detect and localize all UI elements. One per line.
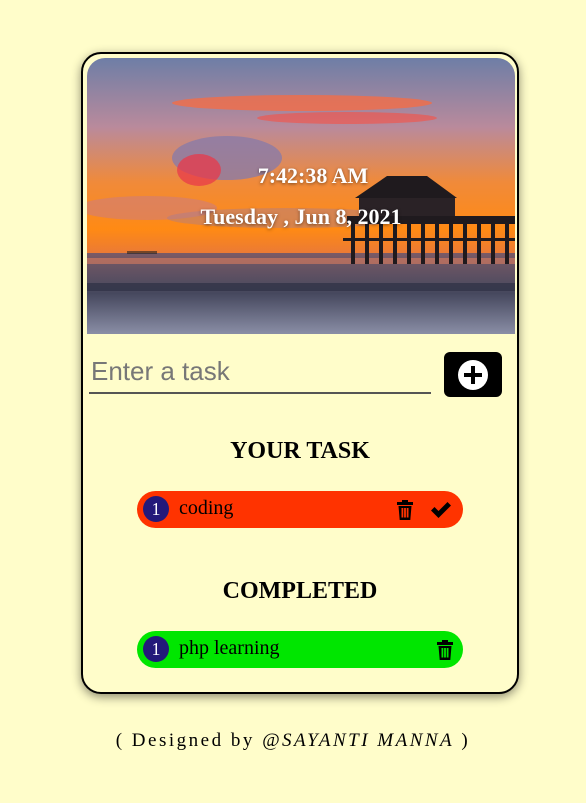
delete-completed-task-button[interactable] (433, 638, 457, 662)
footer-credit: ( Designed by @SAYANTI MANNA ) (0, 730, 586, 752)
add-task-row (87, 350, 515, 400)
completed-heading: COMPLETED (222, 578, 378, 604)
task-text: coding (179, 497, 234, 519)
footer-suffix: ) (454, 730, 471, 751)
trash-icon (437, 640, 453, 660)
task-number-badge: 1 (143, 636, 169, 662)
clock-time: 7:42:38 AM (257, 163, 369, 188)
task-number-badge: 1 (143, 496, 169, 522)
your-task-heading: YOUR TASK (230, 438, 370, 464)
task-input[interactable] (89, 350, 431, 394)
completed-task-item: 1 php learning (137, 631, 463, 668)
todo-card: 7:42:38 AM Tuesday , Jun 8, 2021 YOUR TA… (81, 52, 519, 694)
task-text: php learning (179, 637, 280, 659)
check-icon (431, 502, 451, 518)
footer-author: @SAYANTI MANNA (262, 730, 455, 751)
plus-circle-icon (458, 359, 488, 390)
delete-task-button[interactable] (393, 498, 417, 522)
complete-task-button[interactable] (429, 498, 453, 522)
clock-date: Tuesday , Jun 8, 2021 (200, 204, 402, 229)
sunset-pier-banner: 7:42:38 AM Tuesday , Jun 8, 2021 (87, 58, 515, 334)
pending-task-item: 1 coding (137, 491, 463, 528)
trash-icon (397, 500, 413, 520)
add-task-button[interactable] (444, 352, 502, 397)
footer-prefix: ( Designed by (115, 730, 263, 751)
